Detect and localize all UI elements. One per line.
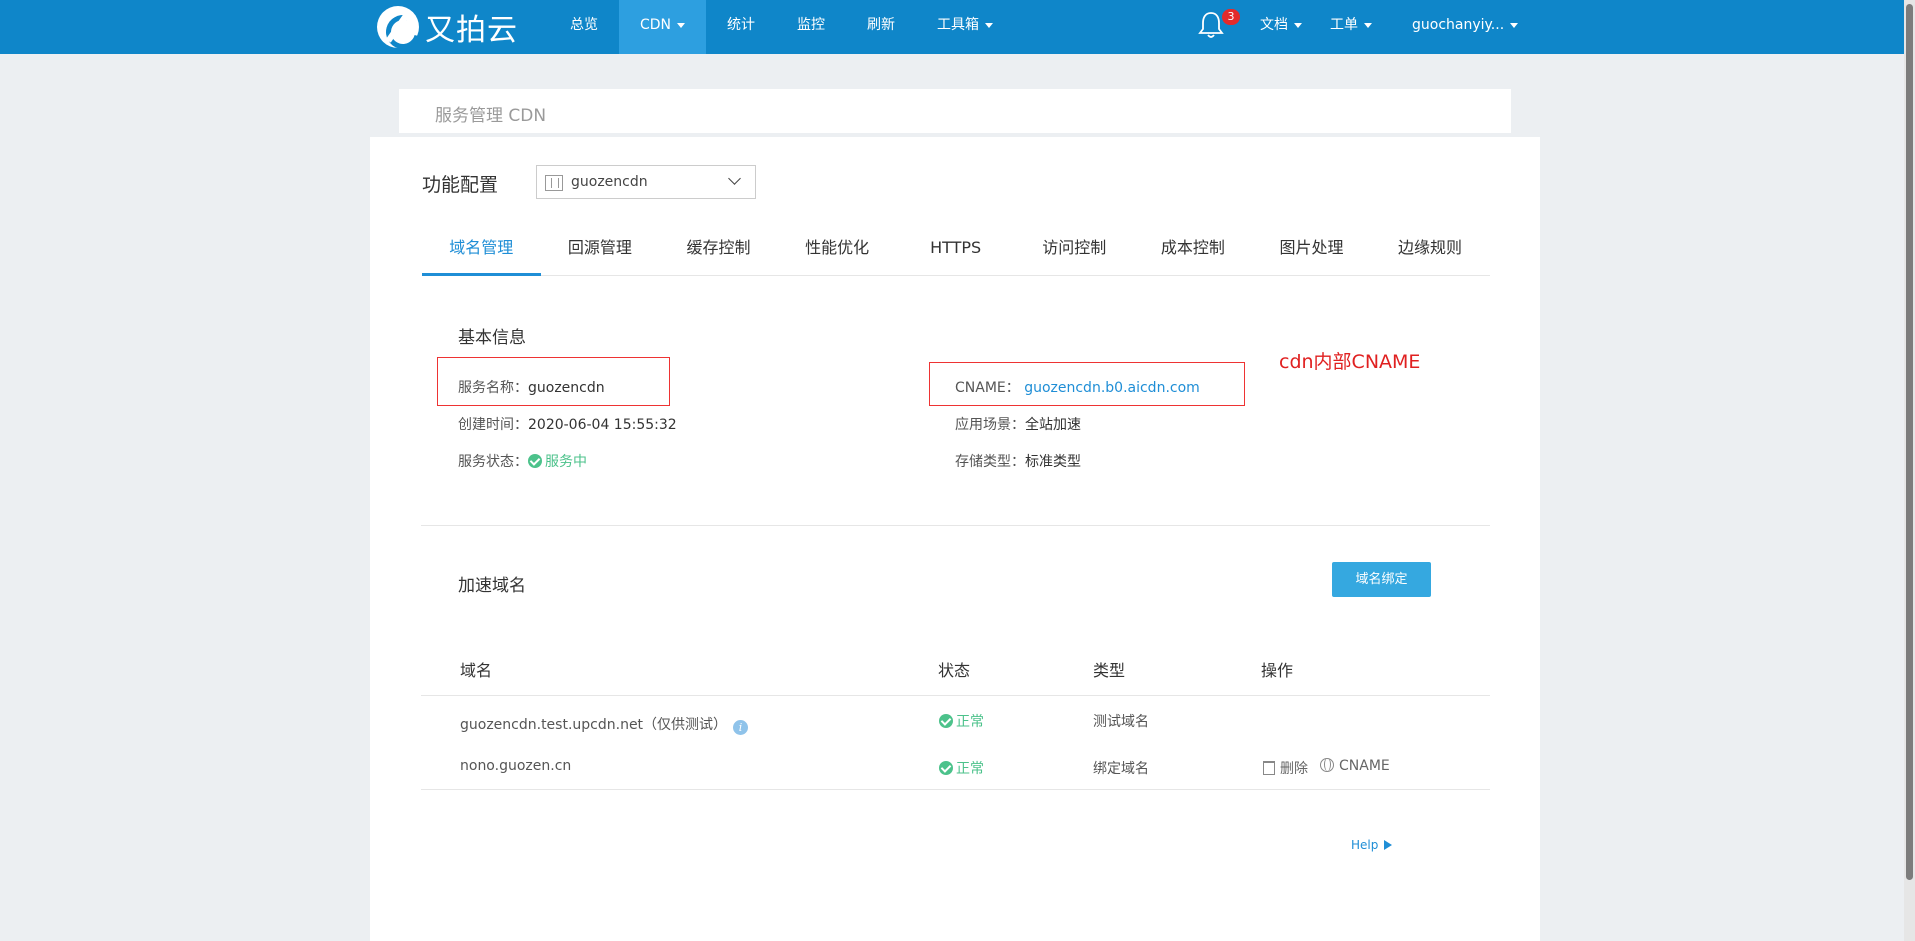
domain-name: guozencdn.test.upcdn.net（仅供测试） — [460, 717, 728, 733]
bell-icon[interactable] — [1198, 10, 1224, 40]
user-menu[interactable]: guochanyiy... — [1412, 0, 1519, 54]
nav-monitor[interactable]: 监控 — [776, 0, 846, 54]
logo-text: 又拍云 — [425, 13, 518, 48]
status-label: 服务状态： — [458, 454, 528, 470]
caret-down-icon — [985, 22, 994, 28]
tab-performance[interactable]: 性能优化 — [778, 232, 897, 275]
breadcrumb-panel: 服务管理 CDN — [399, 89, 1511, 133]
nav-refresh[interactable]: 刷新 — [846, 0, 916, 54]
table-row-status: 正常 — [939, 711, 984, 731]
globe-icon — [1320, 758, 1334, 772]
scene-label: 应用场景： — [955, 417, 1025, 433]
caret-down-icon — [1364, 22, 1372, 28]
tab-cache-control[interactable]: 缓存控制 — [659, 232, 778, 275]
delete-label: 删除 — [1280, 761, 1308, 777]
caret-down-icon — [677, 22, 686, 28]
tab-image-processing[interactable]: 图片处理 — [1252, 232, 1371, 275]
annotation-text: cdn内部CNAME — [1279, 351, 1421, 373]
logo-icon — [377, 6, 419, 48]
column-header-type: 类型 — [1093, 661, 1126, 680]
cname-action[interactable]: CNAME — [1320, 758, 1390, 774]
table-bottom-divider — [421, 789, 1490, 790]
table-row-domain: guozencdn.test.upcdn.net（仅供测试） i — [460, 714, 749, 735]
user-name: guochanyiy... — [1412, 17, 1505, 33]
status-row: 服务状态： 服务中 — [458, 451, 587, 471]
column-header-status: 状态 — [938, 661, 971, 680]
trash-icon — [1263, 761, 1275, 775]
docs-label: 文档 — [1260, 17, 1288, 33]
storage-label: 存储类型： — [955, 454, 1025, 470]
highlight-box-service-name — [437, 357, 670, 406]
table-row-type: 测试域名 — [1093, 714, 1149, 730]
tab-domain-management[interactable]: 域名管理 — [422, 232, 541, 276]
cname-action-label: CNAME — [1339, 758, 1390, 774]
help-link[interactable]: Help — [1351, 838, 1393, 852]
service-select-value: guozencdn — [571, 174, 648, 190]
nav-cdn[interactable]: CDN — [619, 0, 707, 54]
docs-menu[interactable]: 文档 — [1260, 0, 1302, 54]
domains-title: 加速域名 — [458, 576, 526, 596]
top-nav-bar: 又拍云 总览 CDN 统计 监控 刷新 工具箱 3 文档 工单 guochany… — [0, 0, 1915, 54]
table-row-domain: nono.guozen.cn — [460, 758, 572, 774]
status-value: 服务中 — [545, 454, 587, 470]
config-tabs: 域名管理 回源管理 缓存控制 性能优化 HTTPS 访问控制 成本控制 图片处理… — [422, 232, 1490, 276]
table-row-type: 绑定域名 — [1093, 761, 1149, 777]
info-icon[interactable]: i — [733, 720, 749, 735]
scene-value: 全站加速 — [1025, 417, 1081, 433]
storage-value: 标准类型 — [1025, 454, 1081, 470]
scrollbar-thumb[interactable] — [1906, 4, 1913, 880]
storage-row: 存储类型：标准类型 — [955, 451, 1081, 471]
main-nav: 总览 CDN 统计 监控 刷新 工具箱 — [549, 0, 1014, 54]
check-circle-icon — [528, 454, 542, 468]
service-select[interactable]: guozencdn — [536, 165, 756, 199]
column-header-domain: 域名 — [460, 661, 493, 680]
caret-down-icon — [1510, 22, 1519, 28]
created-label: 创建时间： — [458, 417, 528, 433]
nav-toolbox-label: 工具箱 — [937, 17, 980, 33]
config-title: 功能配置 — [422, 174, 499, 196]
created-value: 2020-06-04 15:55:32 — [528, 417, 677, 433]
tab-edge-rules[interactable]: 边缘规则 — [1371, 232, 1490, 275]
highlight-box-cname — [929, 362, 1245, 406]
logo[interactable]: 又拍云 — [377, 5, 518, 49]
play-arrow-icon — [1384, 840, 1393, 850]
ticket-menu[interactable]: 工单 — [1330, 0, 1372, 54]
nav-stats[interactable]: 统计 — [706, 0, 776, 54]
check-circle-icon — [939, 714, 953, 728]
main-panel: 功能配置 guozencdn 域名管理 回源管理 缓存控制 性能优化 HTTPS… — [370, 137, 1540, 941]
caret-down-icon — [1294, 22, 1302, 28]
scene-row: 应用场景：全站加速 — [955, 414, 1081, 434]
domain-status: 正常 — [956, 714, 984, 730]
scrollbar[interactable] — [1904, 0, 1915, 941]
nav-toolbox[interactable]: 工具箱 — [916, 0, 1014, 54]
tab-access-control[interactable]: 访问控制 — [1015, 232, 1134, 275]
service-icon — [545, 175, 563, 191]
breadcrumb: 服务管理 CDN — [435, 106, 547, 126]
check-circle-icon — [939, 761, 953, 775]
ticket-label: 工单 — [1330, 17, 1358, 33]
delete-action[interactable]: 删除 — [1263, 758, 1308, 778]
domain-status: 正常 — [956, 761, 984, 777]
nav-cdn-label: CDN — [640, 17, 672, 33]
tab-origin-management[interactable]: 回源管理 — [541, 232, 660, 275]
help-label: Help — [1351, 838, 1379, 852]
table-row-status: 正常 — [939, 758, 984, 778]
table-header-divider — [421, 695, 1490, 696]
created-row: 创建时间：2020-06-04 15:55:32 — [458, 414, 677, 434]
basic-info-title: 基本信息 — [458, 328, 526, 348]
bind-domain-button[interactable]: 域名绑定 — [1332, 562, 1431, 597]
tab-https[interactable]: HTTPS — [896, 232, 1015, 275]
notification-badge: 3 — [1222, 9, 1240, 25]
section-divider — [421, 525, 1490, 526]
nav-overview[interactable]: 总览 — [549, 0, 619, 54]
column-header-actions: 操作 — [1261, 661, 1294, 680]
chevron-down-icon — [728, 172, 741, 185]
tab-cost-control[interactable]: 成本控制 — [1134, 232, 1253, 275]
